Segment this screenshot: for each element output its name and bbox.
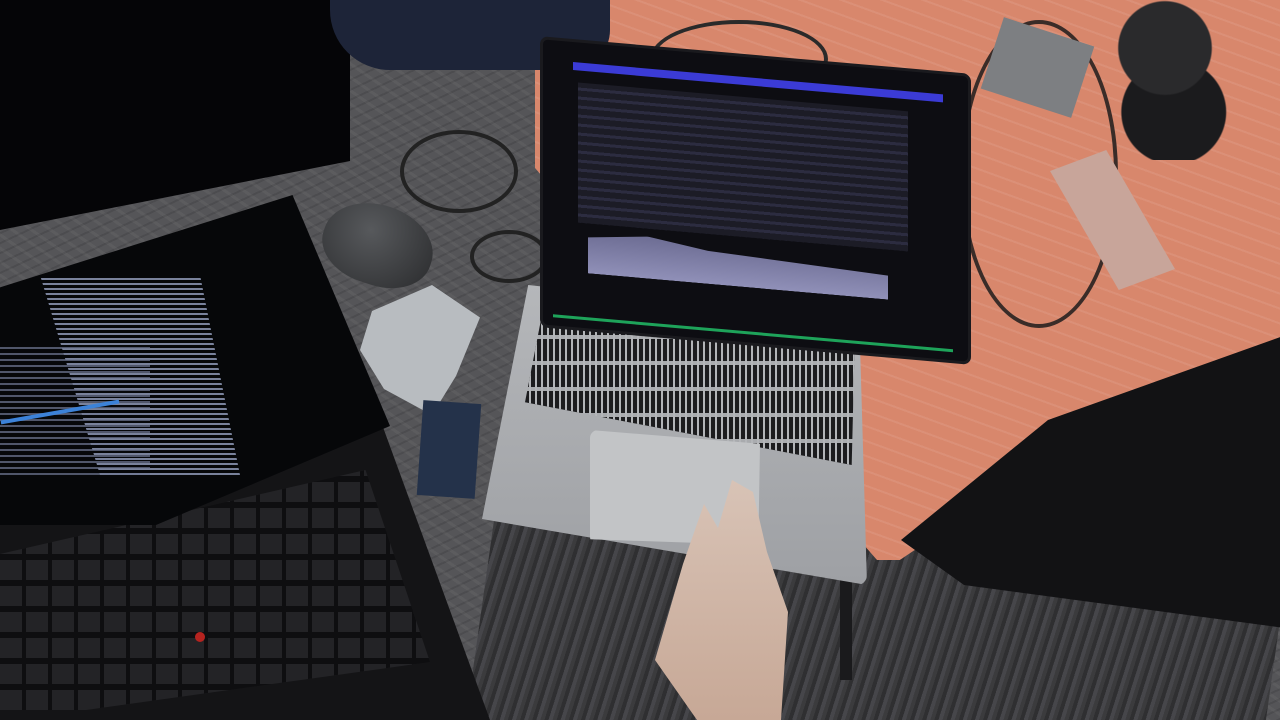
cable — [470, 230, 548, 283]
card-pack — [416, 400, 482, 499]
cable — [400, 130, 518, 213]
macbook-screen — [540, 36, 971, 365]
photo-scene — [0, 0, 1280, 720]
screen-text-pane — [578, 82, 908, 252]
trackpoint — [195, 632, 205, 642]
headphones — [1095, 0, 1270, 160]
